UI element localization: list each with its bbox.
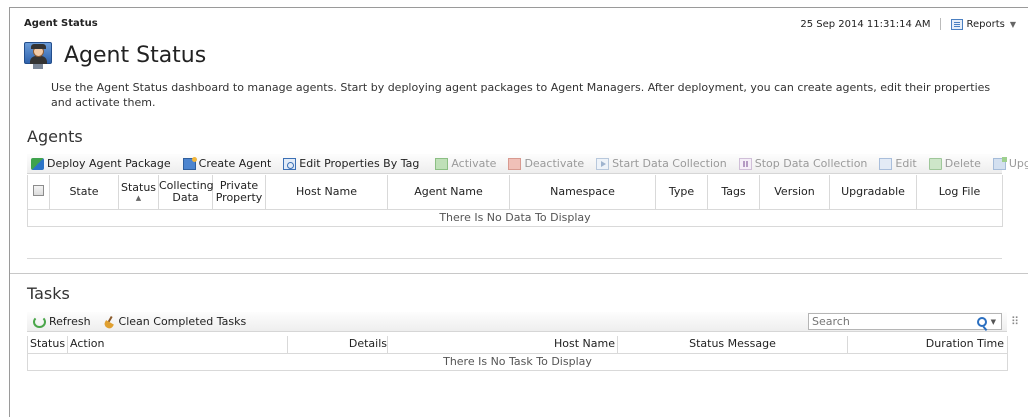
select-all-checkbox[interactable] — [33, 184, 44, 196]
page-description: Use the Agent Status dashboard to manage… — [51, 81, 991, 109]
chevron-down-icon[interactable]: ▼ — [1010, 20, 1016, 29]
start-data-collection-button[interactable]: Start Data Collection — [588, 157, 731, 170]
clean-completed-tasks-button[interactable]: Clean Completed Tasks — [95, 315, 251, 328]
trash-icon — [928, 157, 942, 170]
column-status-message[interactable]: Status Message — [617, 336, 848, 354]
agents-section-title: Agents — [27, 127, 83, 146]
edit-icon — [879, 157, 893, 170]
activate-button[interactable]: Activate — [431, 157, 500, 170]
column-namespace[interactable]: Namespace — [509, 175, 656, 210]
deploy-icon — [31, 157, 44, 170]
agents-table-bottom — [27, 258, 1002, 259]
edit-button[interactable]: Edit — [871, 157, 920, 170]
top-bar: Agent Status 25 Sep 2014 11:31:14 AM Rep… — [24, 18, 1028, 32]
column-status[interactable]: Status ▲ — [118, 175, 159, 210]
breadcrumb: Agent Status — [24, 18, 98, 29]
page-title: Agent Status — [64, 42, 207, 68]
column-details[interactable]: Details — [287, 336, 388, 354]
deploy-agent-package-button[interactable]: Deploy Agent Package — [27, 157, 175, 170]
section-divider — [10, 273, 1028, 274]
tasks-section-title: Tasks — [27, 284, 70, 303]
pause-icon — [738, 157, 752, 170]
column-chooser-icon[interactable]: ⠿ — [1011, 315, 1019, 328]
refresh-icon — [33, 315, 46, 328]
column-status[interactable]: Status — [27, 336, 68, 354]
column-host-name[interactable]: Host Name — [387, 336, 618, 354]
agents-toolbar: Deploy Agent Package Create Agent Edit P… — [27, 154, 1028, 174]
empty-row: There Is No Task To Display — [27, 352, 1008, 371]
agents-empty-message: There Is No Data To Display — [27, 208, 1003, 227]
title-row: Agent Status — [24, 40, 206, 70]
refresh-button[interactable]: Refresh — [27, 315, 95, 328]
cross-icon — [508, 157, 522, 170]
edit-properties-icon — [283, 157, 297, 170]
column-version[interactable]: Version — [759, 175, 830, 210]
search-icon[interactable] — [976, 316, 987, 327]
upgrade-icon — [992, 156, 1007, 170]
tasks-search-box[interactable]: ▼ — [808, 313, 1002, 330]
top-right-area: 25 Sep 2014 11:31:14 AM Reports ▼ — [800, 18, 1016, 30]
delete-button[interactable]: Delete — [921, 157, 985, 170]
checkmark-icon — [435, 157, 449, 170]
column-log-file[interactable]: Log File — [916, 175, 1003, 210]
column-type[interactable]: Type — [655, 175, 708, 210]
column-tags[interactable]: Tags — [707, 175, 760, 210]
column-private-property[interactable]: Private Property — [212, 175, 266, 210]
chevron-down-icon[interactable]: ▼ — [991, 318, 996, 326]
column-state[interactable]: State — [49, 175, 119, 210]
sort-ascending-icon: ▲ — [135, 193, 142, 202]
column-upgradable[interactable]: Upgradable — [829, 175, 917, 210]
stop-data-collection-button[interactable]: Stop Data Collection — [731, 157, 872, 170]
reports-icon[interactable] — [951, 18, 964, 30]
divider — [940, 18, 942, 30]
play-icon — [596, 157, 610, 170]
empty-row: There Is No Data To Display — [27, 208, 1003, 227]
create-agent-button[interactable]: Create Agent — [175, 156, 276, 170]
agent-icon — [24, 40, 54, 70]
deactivate-button[interactable]: Deactivate — [500, 157, 588, 170]
broom-icon — [103, 316, 116, 328]
tasks-header-row: Status Action Details Host Name Status M… — [27, 336, 1008, 354]
tasks-empty-message: There Is No Task To Display — [27, 352, 1008, 371]
reports-menu[interactable]: Reports — [966, 19, 1004, 30]
column-host-name[interactable]: Host Name — [265, 175, 388, 210]
column-collecting-data[interactable]: Collecting Data — [158, 175, 214, 210]
column-duration-time[interactable]: Duration Time — [847, 336, 1008, 354]
agents-table: State Status ▲ Collecting Data Private P… — [27, 175, 1003, 227]
create-agent-icon — [182, 156, 197, 170]
select-all-checkbox-cell[interactable] — [27, 175, 50, 210]
tasks-table: Status Action Details Host Name Status M… — [27, 336, 1008, 371]
search-input[interactable] — [809, 315, 977, 328]
timestamp: 25 Sep 2014 11:31:14 AM — [800, 18, 931, 30]
column-action[interactable]: Action — [67, 336, 288, 354]
agents-header-row: State Status ▲ Collecting Data Private P… — [27, 175, 1003, 210]
upgrade-button[interactable]: Upgrade — [985, 156, 1028, 170]
edit-properties-by-tag-button[interactable]: Edit Properties By Tag — [275, 157, 423, 170]
column-agent-name[interactable]: Agent Name — [387, 175, 510, 210]
